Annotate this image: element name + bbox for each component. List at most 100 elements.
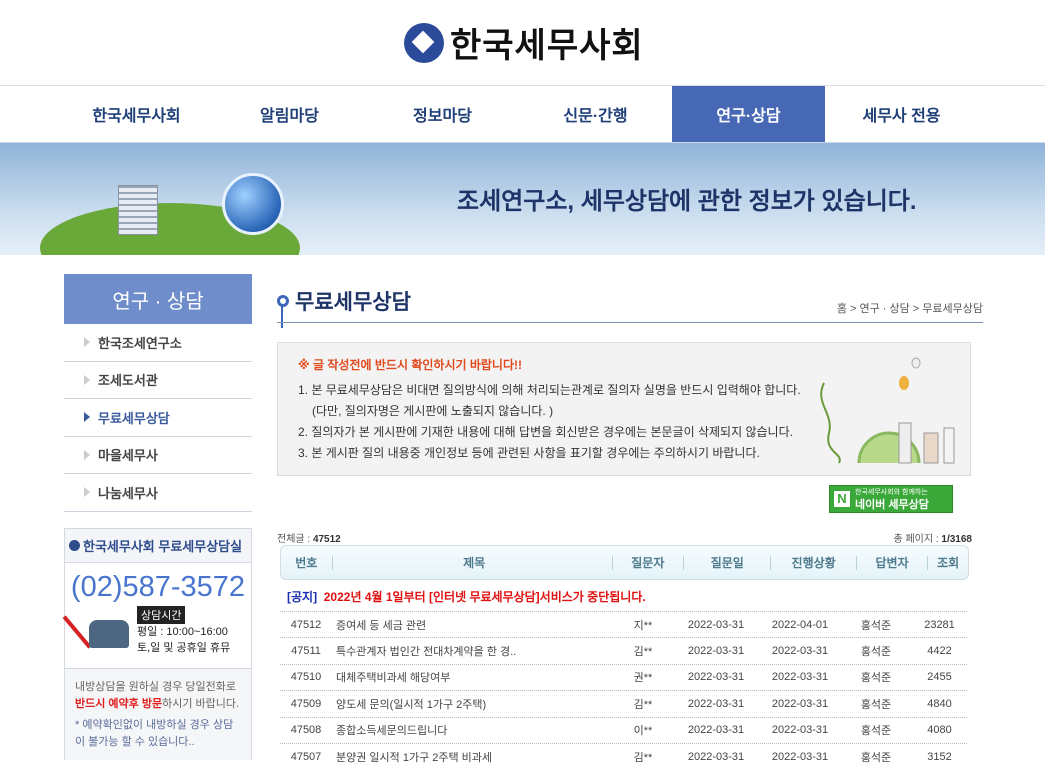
naver-icon: N — [834, 491, 850, 507]
post-asker: 김** — [633, 698, 653, 711]
sidebar-item-sharing-accountant[interactable]: 나눔세무사 — [64, 474, 252, 512]
table-row[interactable]: 47511 특수관계자 법인간 전대차계약을 한 경.. 김** 2022-03-31… — [280, 637, 967, 663]
arrow-icon — [84, 374, 90, 385]
globe-icon — [222, 173, 284, 235]
notice-box: ※ 글 작성전에 반드시 확인하시기 바랍니다!! 1. 본 무료세무상담은 비… — [277, 342, 971, 476]
post-views: 23281 — [924, 618, 955, 631]
nav-notices[interactable]: 알림마당 — [213, 86, 366, 142]
post-status: 2022-04-01 — [771, 618, 829, 631]
post-answerer: 홍석준 — [860, 751, 892, 764]
post-asker: 권** — [633, 672, 653, 685]
table-row[interactable]: 47509 양도세 문의(일시적 1가구 2주택) 김** 2022-03-31 202… — [280, 690, 967, 716]
divider — [277, 322, 983, 323]
post-date: 2022-03-31 — [687, 697, 745, 710]
nav-korea-tax-society[interactable]: 한국세무사회 — [60, 86, 213, 142]
visit-warning: 반드시 예약후 방문 — [75, 698, 163, 710]
post-answerer: 홍석준 — [860, 672, 892, 685]
total-count: 전체글 : 47512 — [277, 530, 341, 545]
post-date: 2022-03-31 — [687, 671, 745, 684]
arrow-icon — [84, 337, 90, 348]
post-date: 2022-03-31 — [687, 724, 745, 737]
post-asker: 이** — [633, 725, 653, 738]
table-row[interactable]: 47507 분양권 일시적 1가구 2주택 비과세 김** 2022-03-31 202… — [280, 742, 967, 769]
nav-info[interactable]: 정보마당 — [366, 86, 519, 142]
post-asker: 김** — [633, 646, 653, 659]
page-title: 무료세무상담 — [277, 286, 411, 328]
total-value: 47512 — [312, 534, 341, 545]
post-number: 47507 — [290, 750, 322, 763]
naver-subtext: 한국세무사회와 함께하는 — [855, 489, 928, 496]
visit-note: * 예약확인없이 내방하실 경우 상담이 불가능 할 수 있습니다.. — [75, 719, 234, 748]
post-status: 2022-03-31 — [771, 724, 829, 737]
post-views: 4840 — [927, 697, 952, 710]
telephone-icon — [62, 606, 131, 656]
total-label: 전체글 : — [277, 534, 313, 545]
hours-label: 상담시간 — [137, 606, 186, 624]
col-answerer: 답변자 — [857, 555, 929, 570]
sidebar-item-library[interactable]: 조세도서관 — [64, 362, 252, 399]
table-row[interactable]: 47510 대체주택비과세 해당여부 권** 2022-03-31 2022-03-31… — [280, 663, 967, 690]
visit-text-2: 하시기 바랍니다. — [162, 698, 240, 710]
arrow-icon — [84, 449, 90, 460]
page-count: 총 페이지 : 1/3168 — [893, 530, 972, 545]
post-answerer: 홍석준 — [860, 698, 892, 711]
post-date: 2022-03-31 — [687, 750, 745, 763]
post-views: 4080 — [927, 724, 952, 737]
arrow-icon — [84, 412, 90, 423]
nav-publications[interactable]: 신문·간행 — [519, 86, 672, 142]
post-date: 2022-03-31 — [687, 618, 745, 631]
post-views: 2455 — [927, 671, 952, 684]
post-views: 4422 — [927, 645, 952, 658]
location-pin-icon — [277, 295, 289, 328]
notice-post[interactable]: [공지] 2022년 4월 1일부터 [인터넷 무료세무상담]서비스가 중단됩니… — [287, 588, 646, 605]
banner-building-image — [118, 185, 158, 235]
site-logo[interactable]: 한국세무사회 — [404, 18, 644, 67]
consult-box: 한국세무사회 무료세무상담실 (02)587-3572 상담시간 평일 : 10… — [62, 528, 252, 760]
post-status: 2022-03-31 — [771, 645, 829, 658]
sidebar-item-label: 한국조세연구소 — [98, 335, 182, 351]
nav-members-only[interactable]: 세무사 전용 — [825, 86, 978, 142]
post-title[interactable]: 특수관계자 법인간 전대차계약을 한 경.. — [332, 643, 614, 659]
notice-tag: [공지] — [287, 590, 318, 604]
post-title[interactable]: 종합소득세문의드립니다 — [332, 722, 614, 738]
naver-label: 네이버 세무상담 — [855, 499, 929, 511]
post-status: 2022-03-31 — [771, 697, 829, 710]
logo-emblem-icon — [404, 22, 444, 63]
logo-text: 한국세무사회 — [450, 27, 644, 65]
sidebar-item-village-accountant[interactable]: 마을세무사 — [64, 437, 252, 474]
sidebar-item-label: 조세도서관 — [98, 373, 158, 389]
col-number: 번호 — [281, 555, 333, 570]
post-date: 2022-03-31 — [687, 645, 745, 658]
arrow-icon — [84, 487, 90, 498]
post-number: 47508 — [290, 724, 322, 737]
post-title[interactable]: 양도세 문의(일시적 1가구 2주택) — [332, 696, 614, 712]
site-header: 한국세무사회 — [0, 0, 1045, 86]
table-row[interactable]: 47512 증여세 등 세금 관련 지** 2022-03-31 2022-04-01 홍… — [280, 611, 967, 637]
post-title[interactable]: 분양권 일시적 1가구 2주택 비과세 — [332, 749, 614, 765]
post-title[interactable]: 증여세 등 세금 관련 — [332, 617, 614, 633]
col-asker: 질문자 — [613, 555, 685, 570]
naver-consult-button[interactable]: N 한국세무사회와 함께하는네이버 세무상담 — [829, 485, 953, 513]
main-nav: 한국세무사회 알림마당 정보마당 신문·간행 연구·상담 세무사 전용 — [0, 86, 1045, 143]
post-answerer: 홍석준 — [860, 619, 892, 632]
banner: 조세연구소, 세무상담에 관한 정보가 있습니다. — [0, 143, 1045, 255]
col-title: 제목 — [333, 555, 613, 570]
table-row[interactable]: 47508 종합소득세문의드립니다 이** 2022-03-31 2022-03-31 홍… — [280, 716, 967, 743]
pages-label: 총 페이지 : — [893, 534, 942, 545]
logo-emblem-icon — [69, 540, 80, 551]
sidebar-item-label: 무료세무상담 — [98, 410, 170, 426]
post-title[interactable]: 대체주택비과세 해당여부 — [332, 669, 614, 685]
weekend-hours: 토,일 및 공휴일 휴뮤 — [137, 642, 231, 654]
nav-research-consult[interactable]: 연구·상담 — [672, 86, 825, 142]
decorative-illustration-icon — [820, 357, 955, 464]
post-status: 2022-03-31 — [771, 671, 829, 684]
pages-value: 1/3168 — [941, 534, 972, 545]
post-number: 47509 — [290, 697, 322, 710]
sidebar-item-research-institute[interactable]: 한국조세연구소 — [64, 324, 252, 362]
sidebar-item-free-consult[interactable]: 무료세무상담 — [64, 399, 252, 437]
weekday-hours: 평일 : 10:00~16:00 — [137, 626, 228, 638]
post-status: 2022-03-31 — [771, 750, 829, 763]
sidebar: 연구 · 상담 한국조세연구소 조세도서관 무료세무상담 마을세무사 나눔세무사 — [64, 274, 252, 512]
post-answerer: 홍석준 — [860, 646, 892, 659]
sidebar-title: 연구 · 상담 — [64, 274, 252, 324]
